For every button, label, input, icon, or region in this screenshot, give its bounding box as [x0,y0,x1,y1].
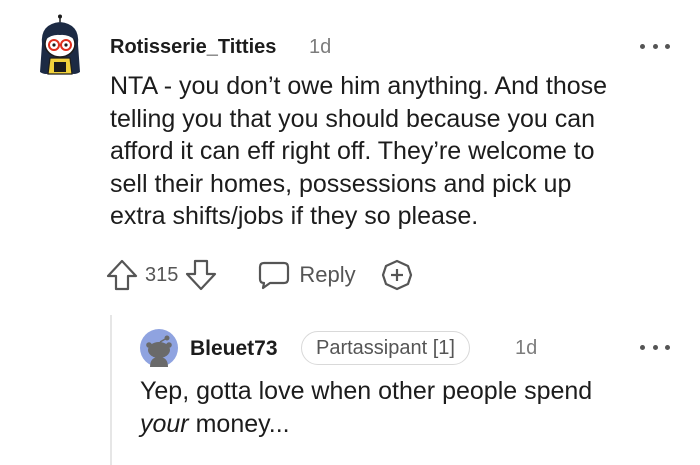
reply-avatar[interactable] [140,329,178,367]
award-icon[interactable] [380,258,414,292]
comment-body: NTA - you don’t owe him anything. And th… [110,72,608,230]
snoo-avatar-icon [140,329,178,367]
reply-button[interactable]: Reply [258,260,356,290]
avatar-icon [40,14,80,75]
reply-timestamp: 1d [515,337,538,359]
reply-icon [259,261,290,290]
reply-body: Yep, gotta love when other people spend y… [140,375,670,440]
flair-label: Partassipant [1] [316,336,455,359]
comment-thread: Rotisserie_Titties 1d NTA - you don’t ow… [0,0,700,465]
user-avatar[interactable] [34,14,86,78]
reply-label: Reply [299,262,356,287]
comment-actions: 315 Reply [105,257,414,293]
thread-line[interactable] [110,315,112,465]
vote-count: 315 [145,263,179,286]
more-options-icon[interactable] [640,36,670,56]
upvote-icon[interactable] [105,258,139,292]
user-flair: Partassipant [1] [301,331,470,365]
comment-username[interactable]: Rotisserie_Titties [110,36,276,59]
comment-timestamp: 1d [309,36,332,58]
more-options-icon[interactable] [640,337,670,357]
reply-body-emphasis: your [140,409,189,438]
reply-username[interactable]: Bleuet73 [190,337,278,361]
downvote-icon[interactable] [184,258,218,292]
reply-body-end: money... [188,409,290,438]
reply-body-text: Yep, gotta love when other people spend [140,377,593,405]
